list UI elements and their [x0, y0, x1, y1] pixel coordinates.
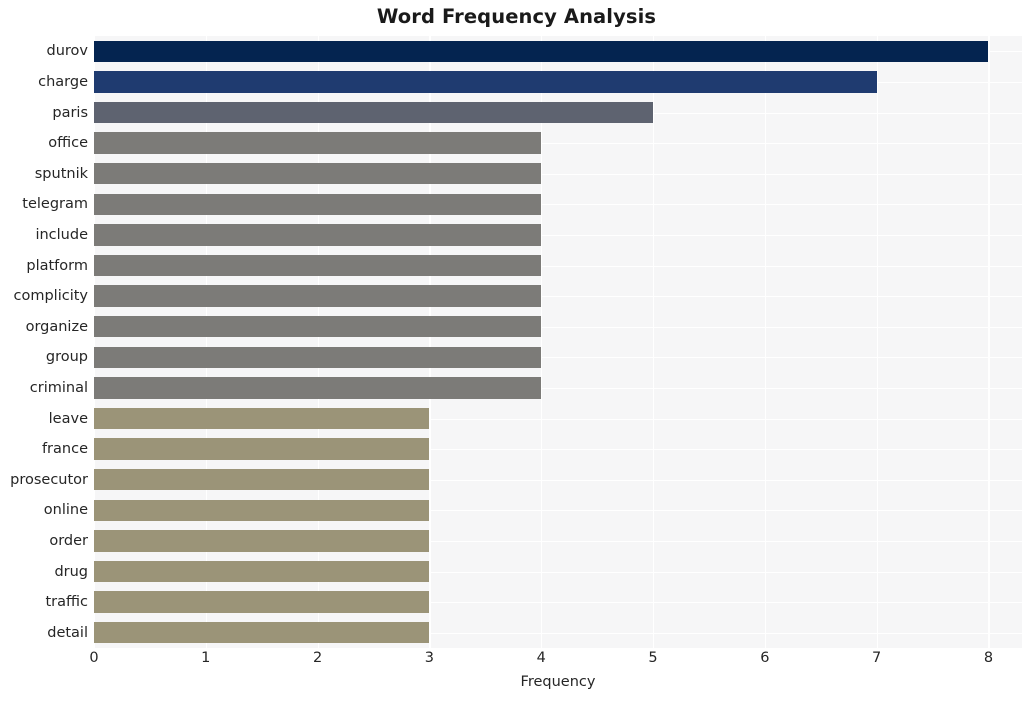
y-tick-label: order [49, 532, 88, 549]
bar [94, 591, 430, 613]
bar [94, 377, 542, 399]
x-tick-label: 0 [89, 650, 99, 666]
y-tick-label: drug [54, 563, 88, 580]
gridline-vertical [653, 36, 655, 648]
bar [94, 346, 542, 368]
y-tick-label: prosecutor [10, 471, 88, 488]
y-tick-label: office [48, 135, 88, 152]
bar [94, 560, 430, 583]
bar [94, 132, 542, 154]
x-tick-label: 8 [983, 650, 994, 666]
y-tick-label: sputnik [34, 165, 88, 182]
bar [94, 499, 430, 521]
y-tick-label: platform [26, 257, 88, 274]
bar [94, 530, 430, 552]
bar [94, 71, 877, 93]
bar [94, 468, 430, 491]
bar [94, 254, 542, 277]
x-tick-label: 4 [536, 650, 546, 666]
bar [94, 407, 430, 430]
y-tick-label: leave [48, 410, 88, 427]
gridline-vertical [876, 36, 878, 648]
bar [94, 224, 542, 246]
y-tick-label: criminal [29, 379, 88, 396]
gridline-vertical [764, 36, 766, 648]
gridline-vertical [429, 36, 431, 648]
gridline-vertical [205, 36, 207, 648]
y-tick-label: paris [52, 104, 88, 121]
chart-title: Word Frequency Analysis [376, 5, 657, 28]
bar [94, 315, 542, 338]
gridline-vertical [317, 36, 319, 648]
bar [94, 438, 430, 460]
x-tick-label: 6 [760, 650, 770, 666]
y-tick-label: organize [25, 318, 88, 335]
bar [94, 193, 542, 215]
x-axis-label: Frequency [520, 674, 596, 690]
y-tick-label: online [43, 502, 88, 519]
y-tick-label: charge [38, 73, 88, 90]
gridline-vertical [94, 36, 96, 648]
x-tick-label: 2 [312, 650, 323, 666]
x-axis-tick-labels: 0 1 2 3 4 5 6 7 8 [89, 650, 1022, 674]
x-tick-label: 1 [201, 650, 211, 666]
y-tick-label: telegram [22, 196, 88, 213]
y-tick-label: group [45, 349, 88, 366]
y-axis-tick-labels: durov charge paris office sputnik telegram inc… [0, 36, 88, 648]
bar [94, 162, 542, 185]
bar [94, 621, 430, 644]
bar [94, 285, 542, 307]
y-tick-label: durov [46, 43, 89, 60]
x-tick-label: 7 [872, 650, 882, 666]
y-tick-label: include [35, 226, 88, 243]
plot-area [94, 36, 1022, 648]
gridline-vertical [988, 36, 990, 648]
bar [94, 101, 654, 124]
bar [94, 40, 989, 62]
y-tick-label: france [41, 441, 88, 458]
y-tick-label: traffic [45, 594, 88, 611]
x-tick-label: 5 [648, 650, 658, 666]
x-tick-label: 3 [424, 650, 435, 666]
y-tick-label: detail [47, 624, 88, 641]
gridline-vertical [541, 36, 543, 648]
chart-figure: Word Frequency Analysis durov charge paris… [0, 0, 1033, 701]
y-tick-label: complicity [13, 288, 89, 305]
